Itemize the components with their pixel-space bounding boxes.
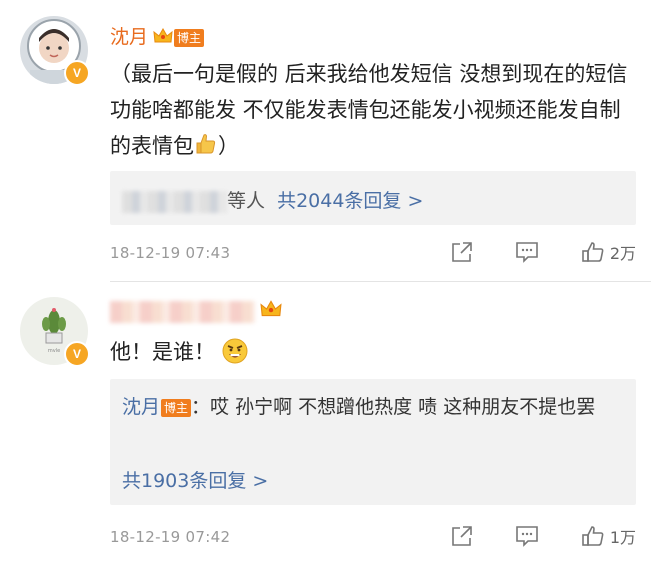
angry-face-icon [222, 338, 248, 375]
blurred-username[interactable] [110, 300, 255, 323]
blurred-usernames [122, 190, 227, 213]
share-icon [452, 526, 472, 546]
replies-count-link[interactable]: 共1903条回复 > [122, 470, 268, 492]
share-button[interactable] [451, 241, 473, 263]
thumbs-up-icon [194, 131, 218, 167]
thumbs-up-icon [582, 242, 604, 262]
avatar[interactable]: mvle V [20, 297, 90, 367]
username[interactable]: 沈月 博主 [110, 22, 205, 49]
timestamp: 18-12-19 07:42 [110, 528, 231, 546]
comment-actions: 2万 [409, 240, 636, 264]
reply-preview[interactable]: 沈月 博主 ：哎 孙宁啊 不想蹭他热度 啧 这种朋友不提也罢 共1903条回复 > [110, 379, 636, 505]
crown-icon [260, 300, 282, 323]
like-count: 2万 [609, 244, 636, 263]
like-count: 1万 [609, 528, 636, 547]
blogger-badge: 博主 [174, 28, 205, 47]
avatar[interactable]: V [20, 16, 90, 86]
thumbs-up-icon [582, 526, 604, 546]
verified-badge: V [64, 60, 90, 86]
comment-actions: 1万 [409, 524, 636, 548]
comment-text: （最后一句是假的 后来我给他发短信 没想到现在的短信功能啥都能发 不仅能发表情包… [110, 56, 635, 167]
reply-text: ：哎 孙宁啊 不想蹭他热度 啧 这种朋友不提也罢 [191, 396, 596, 418]
share-icon [452, 242, 472, 262]
comment-button[interactable] [515, 241, 539, 263]
crown-icon [153, 27, 173, 49]
comment-button[interactable] [515, 525, 539, 547]
comment-icon [516, 242, 538, 263]
replies-suffix: 等人 [227, 190, 266, 212]
share-button[interactable] [451, 525, 473, 547]
comment-text: 他！是谁！ [110, 334, 635, 375]
comment-icon [516, 526, 538, 547]
like-button[interactable]: 1万 [581, 524, 636, 548]
username-text[interactable]: 沈月 [110, 26, 148, 48]
timestamp: 18-12-19 07:43 [110, 244, 231, 262]
username[interactable] [110, 300, 282, 323]
reply-author[interactable]: 沈月 [122, 396, 160, 418]
like-button[interactable]: 2万 [581, 240, 636, 264]
divider [110, 281, 651, 282]
replies-count-link[interactable]: 共2044条回复 > [277, 190, 423, 212]
verified-badge: V [64, 341, 90, 367]
svg-text:mvle: mvle [48, 348, 60, 354]
blogger-badge: 博主 [161, 398, 192, 417]
replies-preview[interactable]: 等人 共2044条回复 > [110, 171, 636, 225]
